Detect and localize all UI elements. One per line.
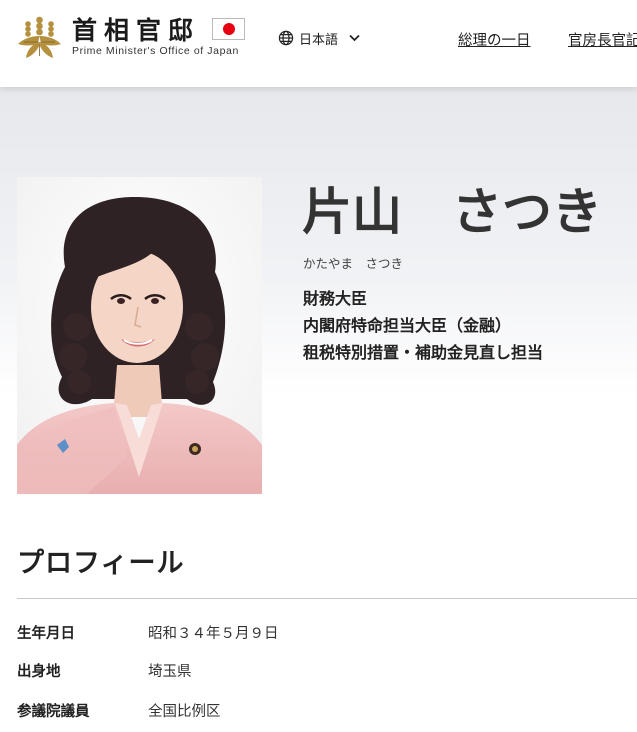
profile-row-constituency: 参議院議員 全国比例区 xyxy=(17,700,617,724)
profile-divider xyxy=(17,598,637,599)
logo-title: 首相官邸 xyxy=(72,16,201,45)
paulownia-emblem-icon xyxy=(18,16,61,58)
flag-sun-disc xyxy=(223,23,235,35)
profile-row-label: 参議院議員 xyxy=(17,704,90,720)
minister-name-kana: かたやま さつき xyxy=(303,256,404,271)
role-item: 財務大臣 xyxy=(303,289,368,308)
language-label: 日本語 xyxy=(299,32,339,48)
japan-flag-icon xyxy=(212,18,245,40)
nav-link-pm-daily[interactable]: 総理の一日 xyxy=(458,29,531,50)
site-logo[interactable]: 首相官邸 Prime Minister's Office of Japan xyxy=(16,14,248,60)
profile-row-birthdate: 生年月日 昭和３４年５月９日 xyxy=(17,622,617,646)
profile-row-label: 出身地 xyxy=(17,664,61,680)
profile-row-value: 埼玉県 xyxy=(148,664,192,680)
role-item: 内閣府特命担当大臣（金融） xyxy=(303,316,512,335)
nav-link-chief-cabinet-secretary[interactable]: 官房長官記 xyxy=(568,29,637,50)
language-selector[interactable]: 日本語 xyxy=(278,28,360,48)
minister-portrait xyxy=(17,177,262,494)
chevron-down-icon xyxy=(349,34,360,42)
site-header: 首相官邸 Prime Minister's Office of Japan 日本… xyxy=(0,0,637,87)
profile-heading: プロフィール xyxy=(17,548,185,579)
profile-row-label: 生年月日 xyxy=(17,626,75,642)
globe-icon xyxy=(278,30,294,46)
role-item: 租税特別措置・補助金見直し担当 xyxy=(303,343,544,362)
logo-subtitle: Prime Minister's Office of Japan xyxy=(72,45,239,57)
profile-row-value: 昭和３４年５月９日 xyxy=(148,626,279,642)
profile-row-birthplace: 出身地 埼玉県 xyxy=(17,660,617,684)
profile-row-value: 全国比例区 xyxy=(148,704,221,720)
minister-name: 片山 さつき xyxy=(302,183,602,241)
minister-roles: 財務大臣 内閣府特命担当大臣（金融） 租税特別措置・補助金見直し担当 xyxy=(303,285,543,366)
